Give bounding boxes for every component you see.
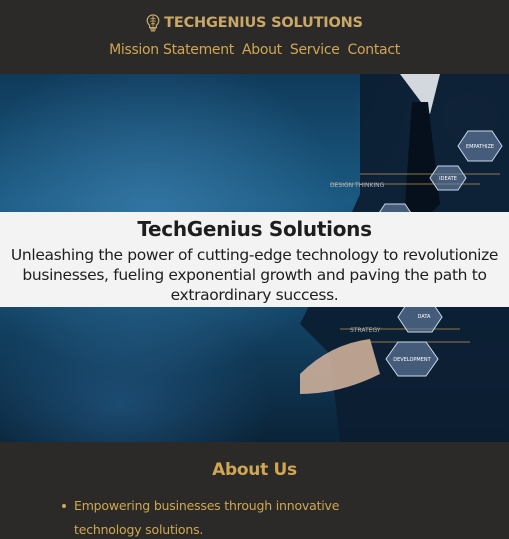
lightbulb-brain-icon — [146, 14, 160, 32]
brand[interactable]: TECHGENIUS SOLUTIONS — [0, 12, 509, 34]
svg-text:DATA: DATA — [418, 314, 431, 320]
about-list-item: Empowering businesses through innovative… — [62, 494, 392, 539]
about-list: Empowering businesses through innovative… — [62, 494, 392, 539]
svg-text:EMPATHIZE: EMPATHIZE — [466, 144, 494, 150]
nav-link-service[interactable]: Service — [290, 42, 340, 62]
svg-text:IDEATE: IDEATE — [439, 176, 457, 182]
hero-text-band: TechGenius Solutions Unleashing the powe… — [0, 212, 509, 307]
hero-title: TechGenius Solutions — [137, 217, 372, 241]
site-header: TECHGENIUS SOLUTIONS Mission Statement A… — [0, 0, 509, 74]
about-section: About Us Empowering businesses through i… — [0, 442, 509, 539]
main-nav: Mission Statement About Service Contact — [0, 42, 509, 62]
hero-section: EMPATHIZE IDEATE DATA DEVELOPMENT DESIGN… — [0, 74, 509, 442]
hero-subtitle: Unleashing the power of cutting-edge tec… — [10, 246, 499, 304]
nav-link-contact[interactable]: Contact — [348, 42, 401, 62]
nav-link-about[interactable]: About — [242, 42, 282, 62]
svg-text:DESIGN THINKING: DESIGN THINKING — [330, 182, 385, 189]
brand-name: TECHGENIUS SOLUTIONS — [164, 15, 363, 31]
svg-text:STRATEGY: STRATEGY — [350, 327, 381, 334]
nav-link-mission-statement[interactable]: Mission Statement — [109, 42, 234, 62]
about-title: About Us — [212, 460, 297, 480]
svg-text:DEVELOPMENT: DEVELOPMENT — [393, 357, 431, 363]
